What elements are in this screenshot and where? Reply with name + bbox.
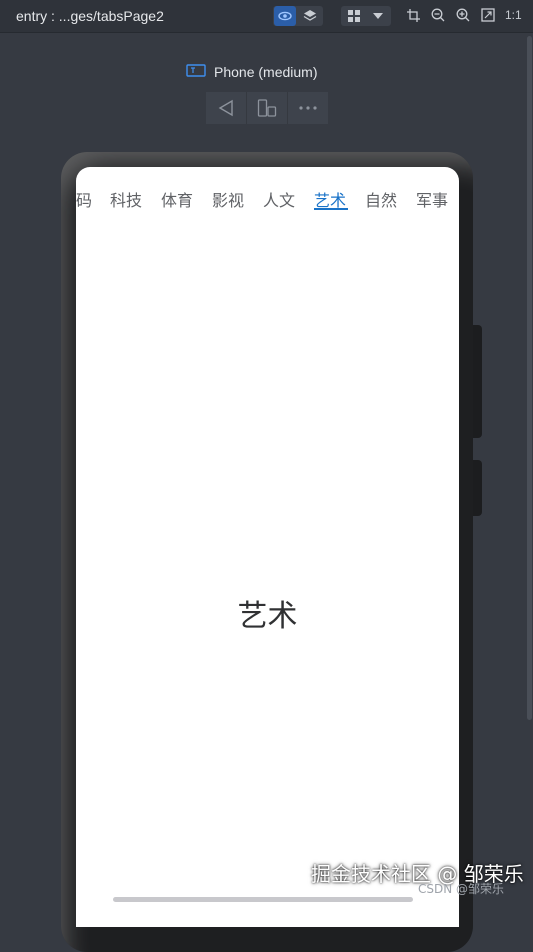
eye-icon[interactable] bbox=[274, 6, 296, 26]
zoom-in-icon[interactable] bbox=[456, 8, 470, 22]
grid-icon bbox=[343, 6, 365, 26]
device-screen: 码 科技 体育 影视 人文 艺术 自然 军事 艺术 bbox=[76, 167, 459, 927]
fit-screen-icon[interactable] bbox=[481, 8, 495, 22]
tab-item[interactable]: 体育 bbox=[161, 187, 193, 211]
device-name: Phone (medium) bbox=[214, 64, 318, 80]
more-icon[interactable] bbox=[288, 92, 328, 124]
tab-item[interactable]: 军事 bbox=[416, 187, 448, 211]
volume-button bbox=[473, 325, 482, 438]
tab-item[interactable]: 人文 bbox=[263, 187, 295, 211]
home-indicator bbox=[113, 897, 413, 902]
active-tab-indicator bbox=[314, 208, 348, 210]
dropdown-icon bbox=[367, 6, 389, 26]
crop-icon[interactable] bbox=[406, 8, 420, 22]
tab-content-text: 艺术 bbox=[237, 599, 298, 634]
phone-icon bbox=[186, 64, 206, 80]
layout-selector[interactable] bbox=[341, 6, 391, 26]
view-mode-toggle bbox=[273, 6, 323, 26]
tab-item[interactable]: 码 bbox=[76, 187, 92, 211]
device-label[interactable]: Phone (medium) bbox=[186, 63, 318, 81]
rotate-device-icon[interactable] bbox=[247, 92, 287, 124]
back-triangle-icon[interactable] bbox=[206, 92, 246, 124]
layers-icon[interactable] bbox=[299, 6, 321, 26]
zoom-ratio[interactable]: 1:1 bbox=[505, 8, 522, 22]
tab-item[interactable]: 科技 bbox=[110, 187, 142, 211]
tab-item[interactable]: 自然 bbox=[365, 187, 397, 211]
watermark-csdn: CSDN @邹荣乐 bbox=[418, 882, 505, 896]
preview-control-bar bbox=[206, 92, 328, 124]
power-button bbox=[473, 460, 482, 516]
zoom-out-icon[interactable] bbox=[431, 8, 445, 22]
top-toolbar: entry : ...ges/tabsPage2 1:1 bbox=[0, 0, 533, 33]
scrollbar[interactable] bbox=[527, 36, 532, 720]
entry-title: entry : ...ges/tabsPage2 bbox=[16, 8, 164, 24]
tab-item[interactable]: 影视 bbox=[212, 187, 244, 211]
tab-bar: 码 科技 体育 影视 人文 艺术 自然 军事 bbox=[76, 167, 459, 213]
